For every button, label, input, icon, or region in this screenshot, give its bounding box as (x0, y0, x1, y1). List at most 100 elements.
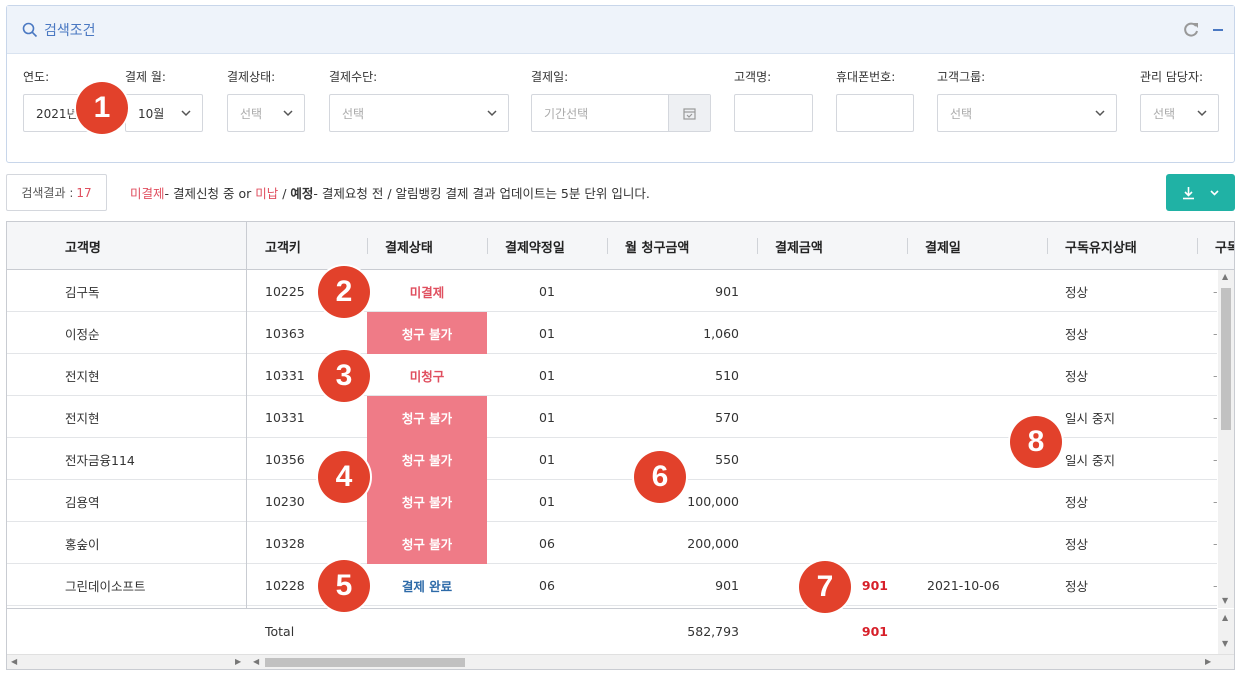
cell-pay-day: 01 (539, 325, 555, 341)
cell-overflow-dash: - (1213, 283, 1218, 299)
chevron-down-icon (283, 110, 293, 117)
cell-customer-name[interactable]: 김용역 (65, 480, 100, 522)
download-icon (1182, 186, 1194, 199)
cell-monthly-amount: 901 (715, 577, 739, 593)
cell-pay-date: 2021-10-06 (927, 577, 1000, 593)
collapse-icon[interactable] (1212, 24, 1224, 36)
cell-subscription-status: 일시 중지 (1065, 452, 1115, 468)
col-customer-key[interactable]: 고객키 (265, 222, 301, 270)
status-legend: 미결제- 결제신청 중 or 미납 / 예정- 결제요청 전 / 알림뱅킹 결제… (130, 183, 650, 202)
scroll-right-icon[interactable]: ▶ (235, 657, 241, 666)
legend-separator: / (278, 186, 291, 201)
scroll-up-icon[interactable]: ▲ (1222, 272, 1228, 281)
table-row[interactable]: 홍숲이 10328 청구 불가 06 200,000 정상 - (7, 522, 1218, 564)
cell-pay-status: 청구 불가 (367, 312, 487, 354)
search-panel: 검색조건 연도: 결제 월: 결제상태: 결제수단: 결제일: 고객명: 휴대폰… (6, 5, 1235, 163)
calendar-icon (683, 107, 696, 120)
cell-pay-day: 01 (539, 367, 555, 383)
cell-subscription-status: 정상 (1065, 536, 1089, 552)
cell-customer-name[interactable]: 이정순 (65, 312, 100, 354)
cell-customer-name[interactable]: 그린데이소프트 (65, 564, 146, 606)
chevron-down-icon (487, 110, 497, 117)
search-title[interactable]: 검색조건 (22, 20, 96, 40)
grid-header: 고객명 고객키 결제상태 결제약정일 월 청구금액 결제금액 결제일 구독유지상… (7, 222, 1234, 270)
search-header: 검색조건 (7, 6, 1234, 54)
cell-customer-name[interactable]: 전지현 (65, 354, 100, 396)
vertical-scroll-thumb[interactable] (1221, 288, 1231, 430)
cell-customer-name[interactable]: 전자금융114 (65, 438, 135, 480)
chevron-down-icon (1209, 190, 1219, 196)
cell-overflow-dash: - (1213, 451, 1218, 467)
table-row[interactable]: 이정순 10363 청구 불가 01 1,060 정상 - (7, 312, 1218, 354)
customer-name-input[interactable] (734, 94, 813, 132)
horizontal-scrollbar[interactable]: ◀ ▶ ◀ ▶ (7, 654, 1234, 669)
customer-group-label: 고객그룹: (937, 70, 986, 84)
header-divider (607, 238, 608, 254)
scroll-right-icon[interactable]: ▶ (1205, 657, 1211, 666)
cell-subscription-status: 정상 (1065, 578, 1089, 594)
cell-paid-amount (757, 312, 888, 354)
customer-name-label: 고객명: (734, 70, 772, 84)
phone-input[interactable] (836, 94, 914, 132)
total-paid: 901 (861, 623, 888, 639)
total-scrollbar[interactable]: ▲ ▼ (1218, 609, 1234, 654)
legend-overdue: 미납 (255, 186, 279, 201)
badge-1: 1 (76, 82, 128, 134)
cell-customer-name[interactable]: 김구독 (65, 270, 100, 312)
cell-customer-name[interactable]: 전지현 (65, 396, 100, 438)
chevron-down-icon (1197, 110, 1207, 117)
col-customer-name[interactable]: 고객명 (65, 222, 101, 270)
col-pay-day[interactable]: 결제약정일 (505, 222, 565, 270)
pay-status-label: 결제상태: (227, 70, 276, 84)
cell-paid-amount (757, 354, 888, 396)
col-paid-amount[interactable]: 결제금액 (775, 222, 823, 270)
cell-pay-status: 청구 불가 (367, 438, 487, 480)
calendar-button[interactable] (668, 95, 710, 131)
pay-method-placeholder: 선택 (342, 106, 365, 121)
cell-overflow-dash: - (1213, 367, 1218, 383)
cell-pay-status: 결제 완료 (401, 578, 453, 594)
cell-customer-key: 10228 (265, 577, 305, 593)
cell-customer-key: 10230 (265, 493, 305, 509)
cell-pay-day: 06 (539, 535, 555, 551)
scroll-left-icon[interactable]: ◀ (253, 657, 259, 666)
legend-text-1: - 결제신청 중 or (164, 186, 256, 201)
pay-status-select[interactable]: 선택 (227, 94, 305, 132)
col-monthly-amount[interactable]: 월 청구금액 (625, 222, 689, 270)
pay-method-select[interactable]: 선택 (329, 94, 509, 132)
customer-group-select[interactable]: 선택 (937, 94, 1117, 132)
table-row[interactable]: 전지현 10331 미청구 01 510 정상 - (7, 354, 1218, 396)
header-divider (757, 238, 758, 254)
cell-overflow-dash: - (1213, 577, 1218, 593)
col-pay-date[interactable]: 결제일 (925, 222, 961, 270)
table-row[interactable]: 김구독 10225 미결제 01 901 정상 - (7, 270, 1218, 312)
pay-date-range[interactable]: 기간선택 (531, 94, 711, 132)
table-row[interactable]: 김용역 10230 청구 불가 01 100,000 정상 - (7, 480, 1218, 522)
col-subscription-more[interactable]: 구독 (1215, 222, 1234, 270)
total-monthly: 582,793 (687, 623, 739, 639)
cell-customer-key: 10356 (265, 451, 305, 467)
scroll-left-icon[interactable]: ◀ (11, 657, 17, 666)
scroll-down-icon[interactable]: ▼ (1222, 639, 1228, 648)
cell-customer-name[interactable]: 홍숲이 (65, 522, 100, 564)
badge-7: 7 (799, 561, 851, 613)
scroll-up-icon[interactable]: ▲ (1222, 613, 1228, 622)
refresh-icon[interactable] (1182, 21, 1200, 39)
month-select[interactable]: 10월 (125, 94, 203, 132)
col-pay-status[interactable]: 결제상태 (385, 222, 433, 270)
table-row[interactable]: 그린데이소프트 10228 결제 완료 06 901 901 2021-10-06 정상 - (7, 564, 1218, 606)
badge-6: 6 (634, 451, 686, 503)
cell-overflow-dash: - (1213, 325, 1218, 341)
download-button[interactable] (1166, 174, 1235, 211)
badge-3: 3 (318, 350, 370, 402)
cell-pay-status: 미청구 (409, 368, 445, 384)
manager-select[interactable]: 선택 (1140, 94, 1219, 132)
col-subscription-status[interactable]: 구독유지상태 (1065, 222, 1137, 270)
chevron-down-icon (181, 110, 191, 117)
search-title-label: 검색조건 (44, 23, 96, 39)
search-icon (22, 22, 38, 38)
vertical-scrollbar[interactable]: ▲ ▼ (1218, 270, 1234, 608)
scroll-down-icon[interactable]: ▼ (1222, 596, 1228, 605)
header-divider (367, 238, 368, 254)
horizontal-scroll-thumb[interactable] (265, 658, 465, 667)
